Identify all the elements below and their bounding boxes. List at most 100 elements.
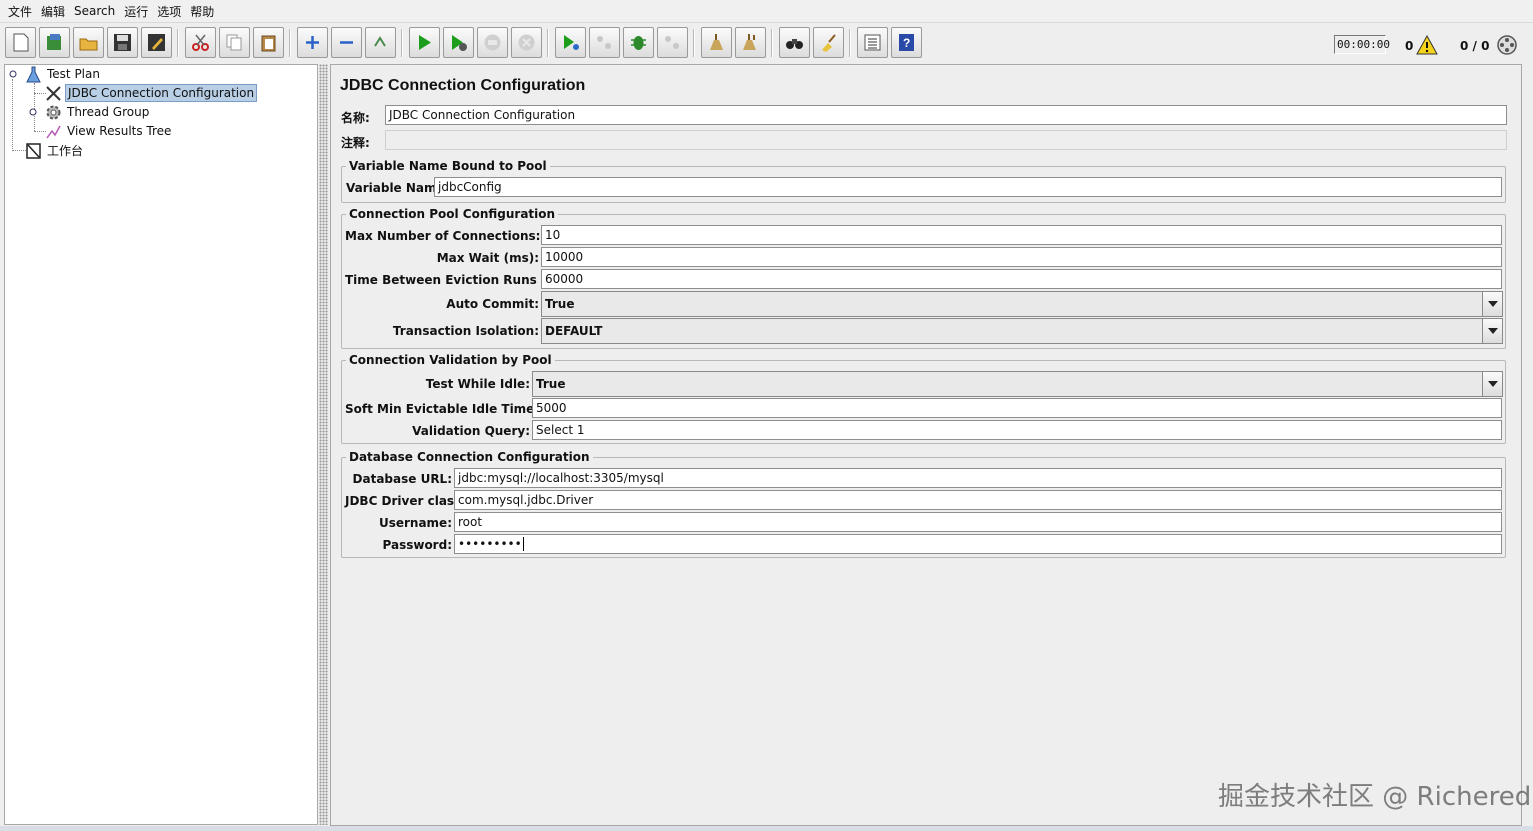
open-button[interactable] <box>73 27 104 58</box>
page-title: JDBC Connection Configuration <box>340 77 586 94</box>
menu-help[interactable]: 帮助 <box>190 3 214 20</box>
remote-start-button[interactable] <box>555 27 586 58</box>
save-as-icon <box>148 34 165 51</box>
password-field[interactable]: •••••••••​ <box>454 534 1502 554</box>
toggle-button[interactable] <box>365 27 396 58</box>
transaction-isolation-label: Transaction Isolation: <box>392 324 539 338</box>
jdbc-driver-label: JDBC Driver class: <box>345 494 467 508</box>
collapse-handle-icon[interactable] <box>9 70 17 78</box>
remote-debug-button[interactable] <box>623 27 654 58</box>
paste-button[interactable] <box>253 27 284 58</box>
workbench-icon <box>26 142 41 159</box>
clear-all-button[interactable] <box>735 27 766 58</box>
wrench-icon <box>46 85 61 101</box>
menu-bar: 文件 编辑 Search 运行 选项 帮助 <box>0 0 1533 22</box>
tree-item-view-results-tree[interactable]: View Results Tree <box>45 122 173 140</box>
menu-file[interactable]: 文件 <box>8 3 32 20</box>
tree-item-label: 工作台 <box>47 143 84 158</box>
menu-options[interactable]: 选项 <box>157 3 181 20</box>
menu-run[interactable]: 运行 <box>124 3 148 20</box>
remote-exit-icon <box>665 36 679 49</box>
pane-splitter[interactable] <box>319 64 328 825</box>
group-title: Connection Validation by Pool <box>346 353 555 367</box>
thread-count: 0 / 0 <box>1460 39 1490 53</box>
auto-commit-label: Auto Commit: <box>446 297 539 311</box>
max-connections-label: Max Number of Connections: <box>345 229 541 243</box>
function-helper-icon <box>864 34 881 51</box>
cut-button[interactable] <box>185 27 216 58</box>
tree-item-label: View Results Tree <box>67 124 172 138</box>
tree-item-workbench[interactable]: 工作台 <box>25 141 85 159</box>
save-button[interactable] <box>107 27 138 58</box>
variable-name-field[interactable]: jdbcConfig <box>434 177 1502 197</box>
database-url-label: Database URL: <box>352 472 452 486</box>
username-label: Username: <box>378 516 452 530</box>
group-title: Connection Pool Configuration <box>346 207 559 221</box>
copy-button[interactable] <box>219 27 250 58</box>
database-url-field[interactable]: jdbc:mysql://localhost:3305/mysql <box>454 468 1502 488</box>
chevron-down-icon[interactable] <box>1482 292 1502 316</box>
reset-search-icon <box>822 34 836 52</box>
help-button[interactable]: ? <box>891 27 922 58</box>
chevron-down-icon[interactable] <box>1482 372 1502 396</box>
error-count: 0 <box>1405 39 1414 53</box>
svg-text:?: ? <box>903 36 910 50</box>
expand-button[interactable] <box>297 27 328 58</box>
remote-stop-button[interactable] <box>589 27 620 58</box>
reset-search-button[interactable] <box>813 27 844 58</box>
toggle-icon <box>374 36 386 47</box>
menu-edit[interactable]: 编辑 <box>41 3 65 20</box>
search-button[interactable] <box>779 27 810 58</box>
test-while-idle-label: Test While Idle: <box>425 377 530 391</box>
test-while-idle-select[interactable]: True <box>532 371 1503 397</box>
tree-item-test-plan[interactable]: Test Plan <box>25 65 102 83</box>
username-field[interactable]: root <box>454 512 1502 532</box>
group-title: Database Connection Configuration <box>346 450 593 464</box>
chevron-down-icon[interactable] <box>1482 319 1502 343</box>
function-helper-button[interactable] <box>857 27 888 58</box>
password-label: Password: <box>382 538 453 552</box>
stop-icon <box>484 34 501 51</box>
new-button[interactable] <box>5 27 36 58</box>
toolbar: ? 00:00:00 0 0 / 0 <box>0 22 1533 63</box>
shutdown-button[interactable] <box>511 27 542 58</box>
gear-icon <box>46 105 61 119</box>
name-field[interactable]: JDBC Connection Configuration <box>385 105 1507 125</box>
text-cursor: ​ <box>522 537 524 551</box>
transaction-isolation-value: DEFAULT <box>545 324 603 338</box>
password-value: ••••••••• <box>458 537 522 551</box>
remote-start-icon <box>564 35 579 50</box>
validation-query-field[interactable]: Select 1 <box>532 420 1502 440</box>
test-while-idle-value: True <box>536 377 566 391</box>
clear-all-icon <box>743 34 756 50</box>
clear-icon <box>710 34 723 50</box>
expand-handle-icon[interactable] <box>29 108 37 116</box>
auto-commit-select[interactable]: True <box>541 291 1503 317</box>
templates-icon <box>47 34 61 50</box>
watermark: 掘金技术社区 @ Richered <box>1218 782 1532 812</box>
eviction-runs-field[interactable]: 60000 <box>541 269 1502 289</box>
start-button[interactable] <box>409 27 440 58</box>
save-as-button[interactable] <box>141 27 172 58</box>
jdbc-driver-field[interactable]: com.mysql.jdbc.Driver <box>454 490 1502 510</box>
remote-exit-button[interactable] <box>657 27 688 58</box>
name-label: 名称: <box>341 111 370 125</box>
max-wait-field[interactable]: 10000 <box>541 247 1502 267</box>
tree-item-jdbc-config[interactable]: JDBC Connection Configuration <box>45 84 258 102</box>
max-connections-field[interactable]: 10 <box>541 225 1502 245</box>
new-icon <box>13 33 29 52</box>
warning-icon[interactable] <box>1416 35 1438 55</box>
transaction-isolation-select[interactable]: DEFAULT <box>541 318 1503 344</box>
start-no-pause-button[interactable] <box>443 27 474 58</box>
collapse-button[interactable] <box>331 27 362 58</box>
tree-item-label: Test Plan <box>47 67 100 81</box>
shutdown-icon <box>518 34 535 51</box>
comment-field[interactable] <box>385 130 1507 150</box>
tree-item-thread-group[interactable]: Thread Group <box>45 103 151 121</box>
stop-button[interactable] <box>477 27 508 58</box>
soft-min-idle-field[interactable]: 5000 <box>532 398 1502 418</box>
menu-search[interactable]: Search <box>74 4 115 18</box>
templates-button[interactable] <box>39 27 70 58</box>
window-bottom-edge <box>0 826 1533 831</box>
clear-button[interactable] <box>701 27 732 58</box>
